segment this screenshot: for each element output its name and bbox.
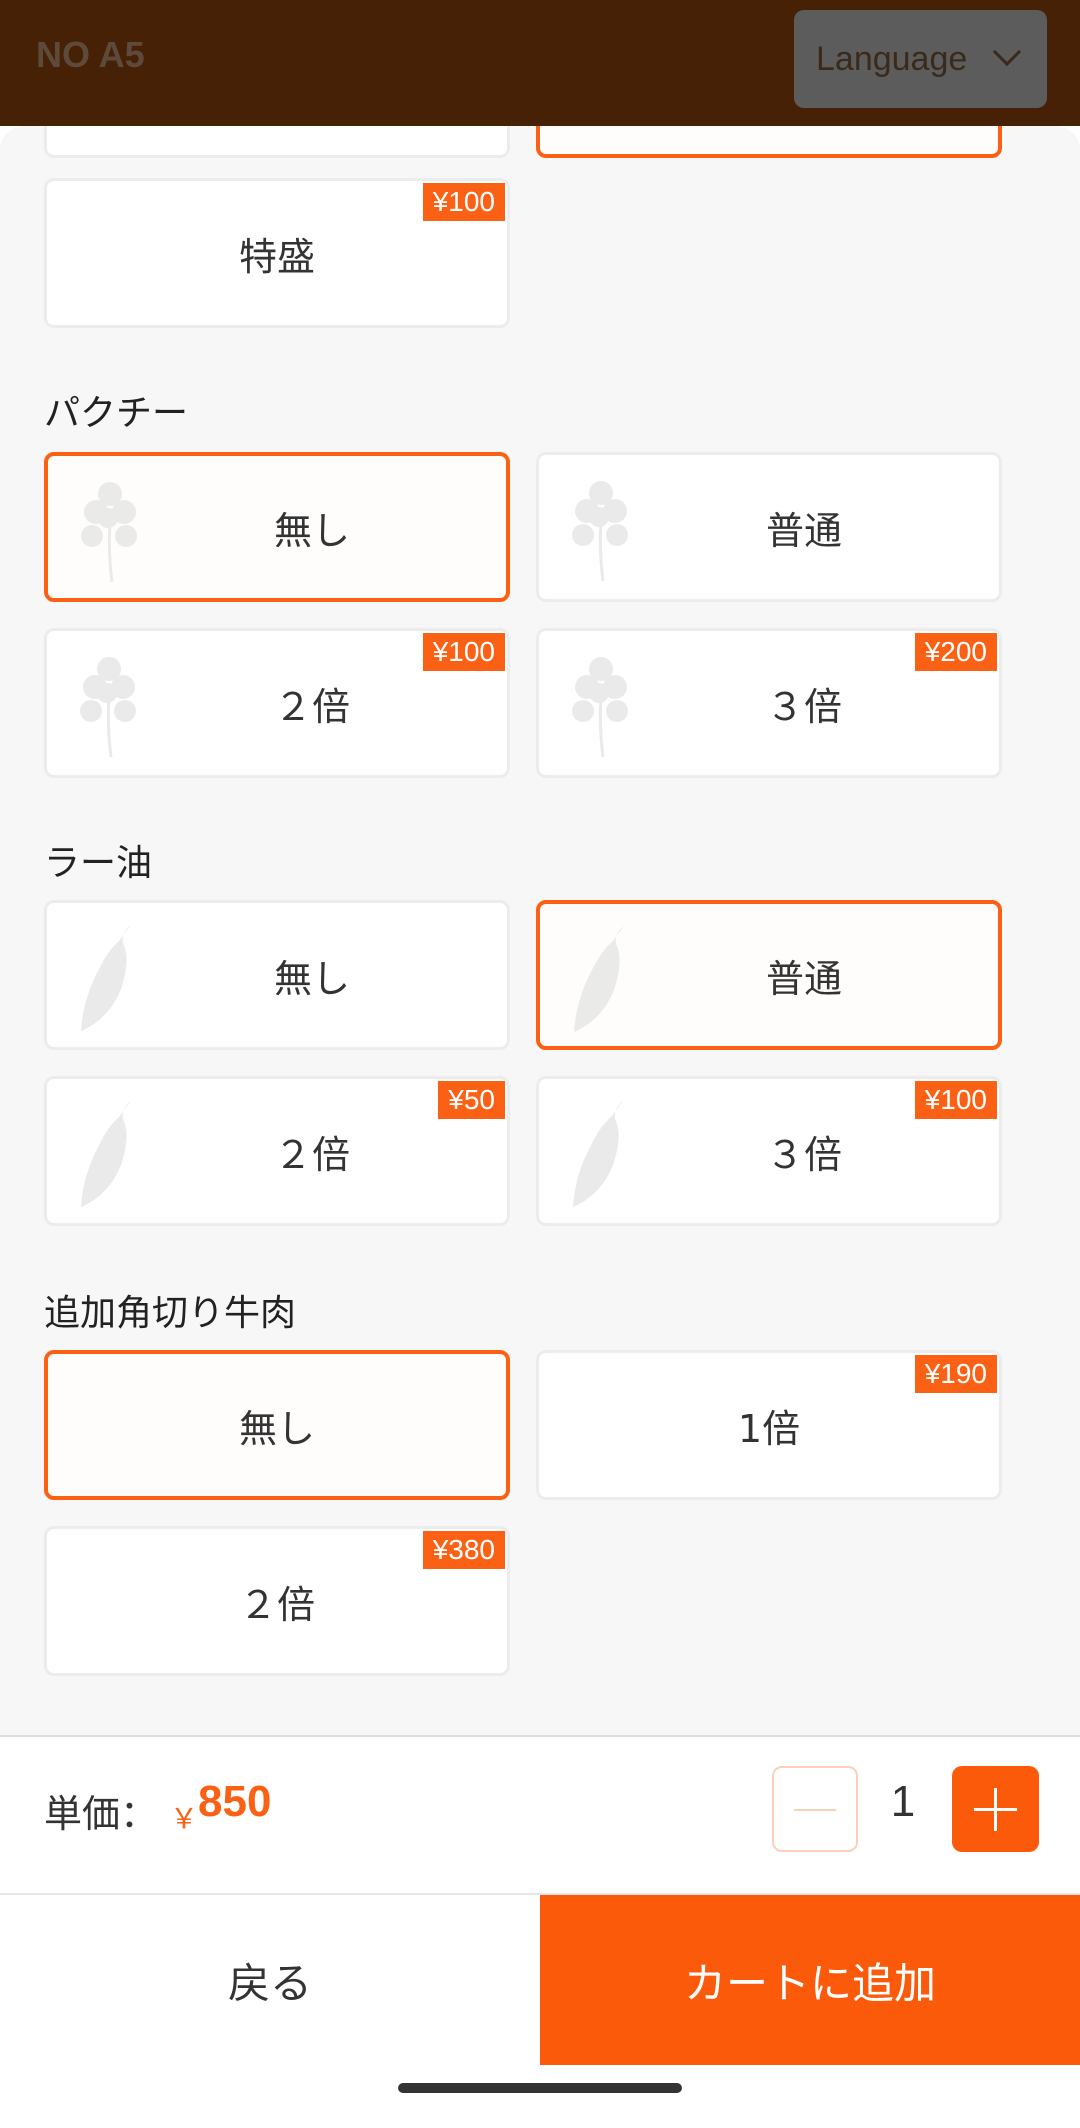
extra-beef-option-none[interactable]: 無し — [44, 1350, 510, 1500]
category-title-coriander: パクチー — [44, 393, 189, 434]
option-label: ２倍 — [273, 1132, 350, 1177]
category-title-extra-beef: 追加角切り牛肉 — [44, 1293, 297, 1334]
coriander-option-none[interactable]: 無し — [44, 452, 510, 602]
increase-quantity-button[interactable] — [952, 1766, 1039, 1852]
size-option-partial-right[interactable] — [536, 126, 1002, 158]
option-label: ３倍 — [765, 684, 842, 729]
coriander-option-normal[interactable]: 普通 — [536, 452, 1002, 602]
option-label: ２倍 — [273, 684, 350, 729]
coriander-option-triple[interactable]: ３倍 ¥200 — [536, 628, 1002, 778]
category-title-chili-oil: ラー油 — [44, 843, 153, 884]
chili-oil-option-normal[interactable]: 普通 — [536, 900, 1002, 1050]
price-badge: ¥190 — [914, 1355, 997, 1393]
price-badge: ¥100 — [422, 183, 505, 221]
size-option-partial-left[interactable] — [44, 126, 510, 158]
option-label: 無し — [273, 508, 350, 553]
coriander-leaf-icon — [572, 657, 628, 758]
coriander-leaf-icon — [80, 657, 136, 758]
size-option-special[interactable]: 特盛 ¥100 — [44, 178, 510, 328]
table-number: NO A5 — [36, 34, 145, 75]
option-label: ２倍 — [238, 1582, 315, 1627]
language-button[interactable]: Language — [794, 10, 1047, 108]
option-label: 普通 — [765, 956, 842, 1001]
price-badge: ¥380 — [422, 1531, 505, 1569]
price-badge: ¥100 — [914, 1081, 997, 1119]
coriander-leaf-icon — [81, 482, 137, 583]
back-button[interactable]: 戻る — [0, 1895, 540, 2065]
quantity-value: 1 — [890, 1777, 916, 1826]
chili-pepper-icon — [574, 926, 624, 1032]
option-label: ３倍 — [765, 1132, 842, 1177]
top-header: NO A5 Language — [0, 0, 1080, 126]
add-to-cart-button[interactable]: カートに追加 — [540, 1895, 1080, 2065]
language-label: Language — [816, 39, 968, 78]
chevron-down-icon — [992, 37, 1022, 67]
chili-pepper-icon — [573, 1101, 623, 1207]
decrease-quantity-button[interactable] — [772, 1766, 858, 1852]
action-bar: 戻る カートに追加 — [0, 1893, 1080, 2065]
price-badge: ¥200 — [914, 633, 997, 671]
option-label: 無し — [238, 1406, 315, 1451]
currency-symbol: ￥ — [170, 1802, 199, 1835]
unit-price-value: 850 — [198, 1777, 272, 1826]
chili-pepper-icon — [81, 925, 131, 1031]
price-quantity-bar: 単価： ￥ 850 1 — [0, 1735, 1080, 1893]
chili-oil-option-none[interactable]: 無し — [44, 900, 510, 1050]
option-label: 無し — [273, 956, 350, 1001]
home-indicator[interactable] — [398, 2083, 682, 2093]
coriander-leaf-icon — [572, 481, 628, 582]
options-sheet: 特盛 ¥100 パクチー 無し 普通 ２倍 ¥100 ３倍 ¥200 ラー油 無… — [0, 126, 1080, 1735]
extra-beef-option-single[interactable]: 1倍 ¥190 — [536, 1350, 1002, 1500]
option-label: 特盛 — [238, 234, 315, 279]
chili-pepper-icon — [81, 1101, 131, 1207]
extra-beef-option-double[interactable]: ２倍 ¥380 — [44, 1526, 510, 1676]
price-badge: ¥100 — [422, 633, 505, 671]
chili-oil-option-double[interactable]: ２倍 ¥50 — [44, 1076, 510, 1226]
coriander-option-double[interactable]: ２倍 ¥100 — [44, 628, 510, 778]
price-badge: ¥50 — [438, 1081, 505, 1119]
unit-price-label: 単価： — [44, 1792, 159, 1836]
chili-oil-option-triple[interactable]: ３倍 ¥100 — [536, 1076, 1002, 1226]
option-label: 1倍 — [737, 1406, 801, 1451]
option-label: 普通 — [765, 508, 842, 553]
